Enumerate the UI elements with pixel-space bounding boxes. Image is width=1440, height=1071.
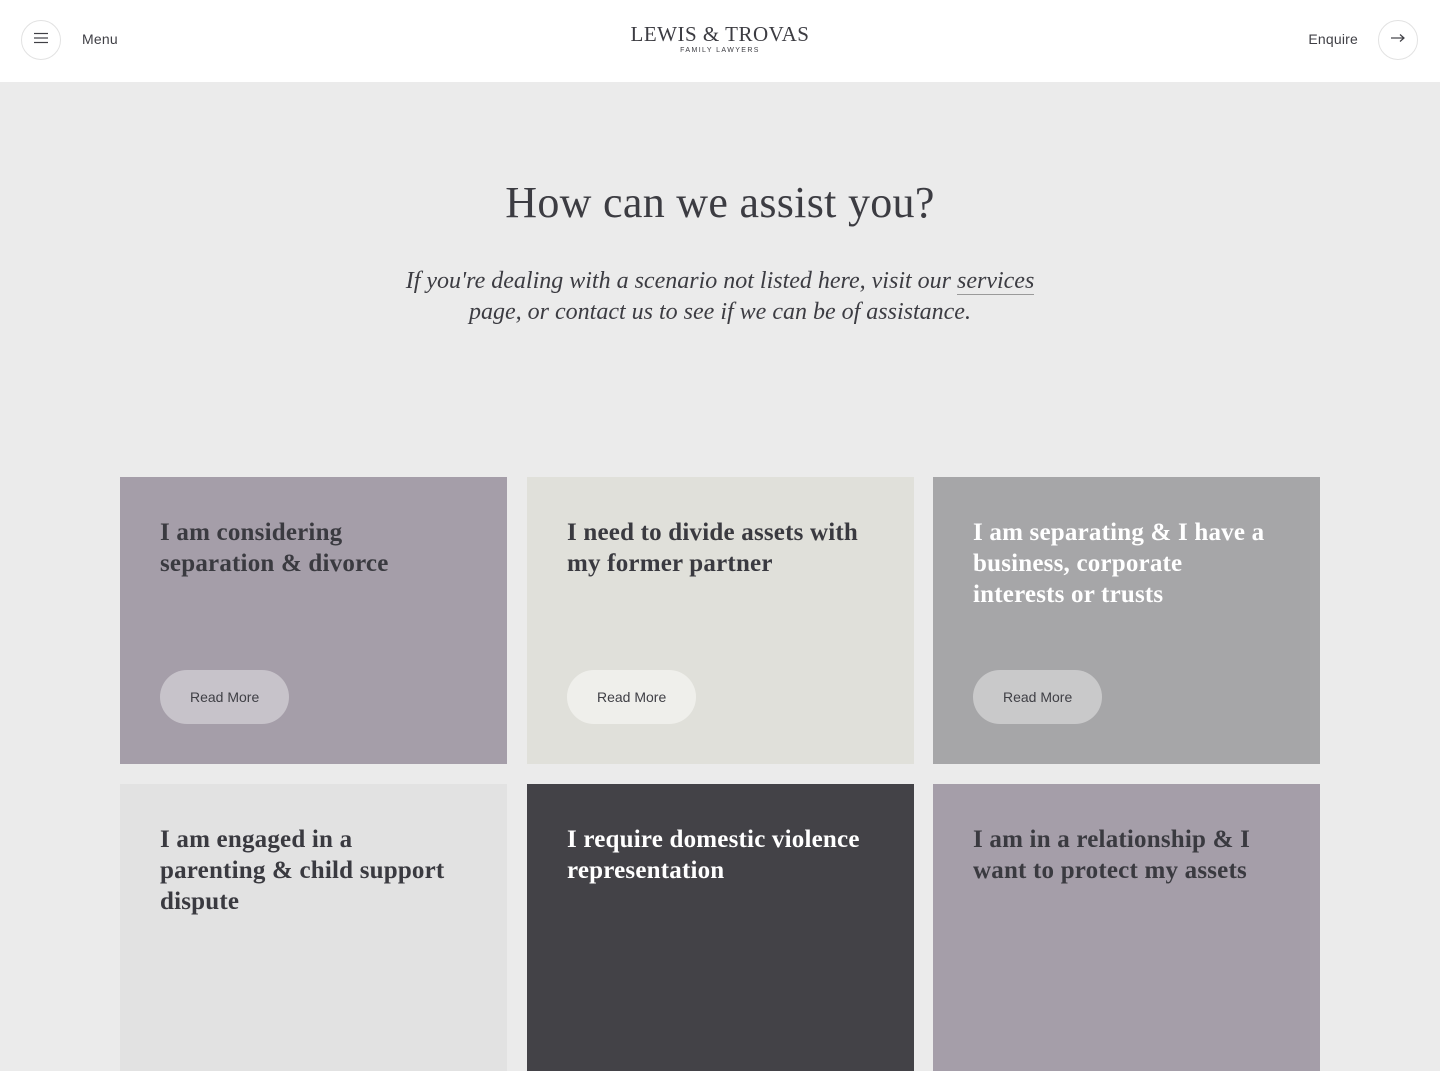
service-card-divide-assets[interactable]: I need to divide assets with my former p… [527,477,914,764]
intro-text: If you're dealing with a scenario not li… [0,266,1440,328]
card-title: I am considering separation & divorce [160,519,389,577]
card-title: I am engaged in a parenting & child supp… [160,826,445,915]
logo-tagline: FAMILY LAWYERS [680,47,760,54]
read-more-button[interactable]: Read More [567,670,697,724]
card-title: I am separating & I have a business, cor… [973,519,1265,608]
service-card-protect-assets[interactable]: I am in a relationship & I want to prote… [933,784,1320,1071]
page-title: How can we assist you? [505,178,935,227]
logo-wordmark: LEWIS & TROVAS [630,22,810,46]
site-header: Menu LEWIS & TROVAS FAMILY LAWYERS Enqui… [0,0,1440,82]
card-title: I need to divide assets with my former p… [567,519,859,577]
service-card-domestic-violence[interactable]: I require domestic violence representati… [527,784,914,1071]
enquire-button[interactable] [1378,20,1418,60]
arrow-right-icon [1390,31,1406,49]
service-card-parenting-child-support[interactable]: I am engaged in a parenting & child supp… [120,784,507,1071]
site-logo[interactable]: LEWIS & TROVAS FAMILY LAWYERS [0,22,1440,55]
intro-text-before: If you're dealing with a scenario not li… [405,268,957,294]
card-title: I am in a relationship & I want to prote… [973,826,1251,884]
read-more-button[interactable]: Read More [160,670,290,724]
read-more-button[interactable]: Read More [973,670,1103,724]
services-link[interactable]: services [957,268,1035,295]
card-title: I require domestic violence representati… [567,826,860,884]
intro-text-after: page, or contact us to see if we can be … [469,299,971,325]
enquire-label[interactable]: Enquire [1308,31,1358,47]
service-card-separation-divorce[interactable]: I am considering separation & divorce Re… [120,477,507,764]
service-card-business-trusts[interactable]: I am separating & I have a business, cor… [933,477,1320,764]
